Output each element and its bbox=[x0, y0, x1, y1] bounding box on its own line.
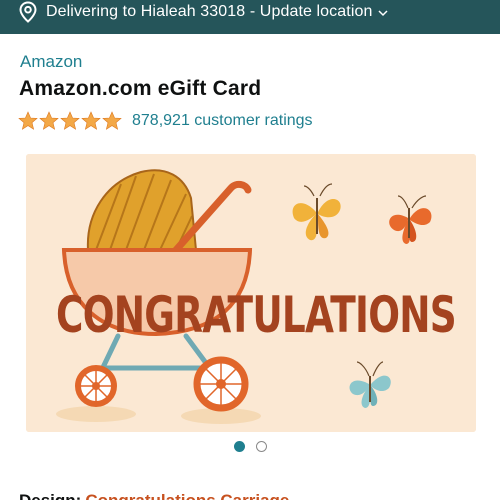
brand-link[interactable]: Amazon bbox=[20, 52, 82, 72]
star-rating bbox=[18, 111, 123, 131]
carousel-indicator bbox=[0, 441, 500, 452]
star-icon bbox=[39, 111, 59, 130]
design-selection: Design: Congratulations Carriage bbox=[19, 491, 289, 500]
product-title: Amazon.com eGift Card bbox=[19, 77, 262, 100]
delivery-location-text[interactable]: Delivering to Hialeah 33018 - Update loc… bbox=[46, 3, 372, 21]
rating-row[interactable]: 878,921 customer ratings bbox=[18, 111, 313, 131]
star-icon bbox=[81, 111, 101, 130]
star-icon bbox=[60, 111, 80, 130]
chevron-down-icon bbox=[378, 10, 389, 17]
design-label: Design: bbox=[19, 491, 81, 500]
location-pin-icon bbox=[19, 1, 37, 23]
card-lettering: CONGRATULATIONS bbox=[56, 286, 456, 344]
star-icon bbox=[18, 111, 38, 130]
product-image[interactable]: CONGRATULATIONS bbox=[26, 154, 476, 432]
delivery-location-bar[interactable]: Delivering to Hialeah 33018 - Update loc… bbox=[0, 0, 500, 34]
star-icon bbox=[102, 111, 122, 130]
carousel-dot-active[interactable] bbox=[233, 441, 245, 452]
ratings-count-link[interactable]: 878,921 customer ratings bbox=[132, 112, 313, 130]
carousel-dot[interactable] bbox=[255, 441, 267, 452]
design-value: Congratulations Carriage bbox=[85, 491, 289, 500]
